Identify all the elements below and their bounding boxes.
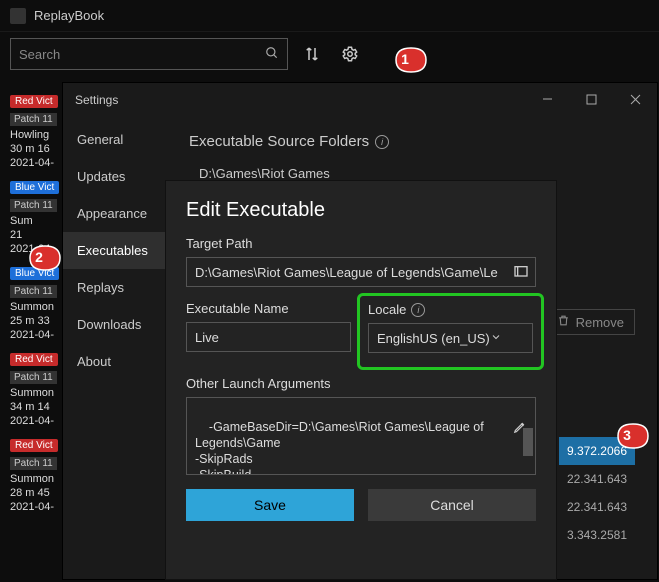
nav-item-updates[interactable]: Updates bbox=[63, 158, 171, 195]
edit-executable-dialog: Edit Executable Target Path D:\Games\Rio… bbox=[165, 180, 557, 580]
edit-icon[interactable] bbox=[492, 404, 527, 454]
dialog-title: Edit Executable bbox=[186, 199, 536, 222]
nav-item-downloads[interactable]: Downloads bbox=[63, 306, 171, 343]
result-badge: Blue Vict bbox=[10, 181, 59, 194]
app-title: ReplayBook bbox=[34, 8, 104, 23]
patch-badge: Patch 11 bbox=[10, 371, 57, 384]
version-item[interactable]: 22.341.643 bbox=[559, 465, 635, 493]
trash-icon bbox=[557, 314, 570, 330]
version-item[interactable]: 3.343.2581 bbox=[559, 521, 635, 549]
save-button[interactable]: Save bbox=[186, 489, 354, 521]
result-badge: Red Vict bbox=[10, 353, 58, 366]
locale-select[interactable]: EnglishUS (en_US) bbox=[368, 323, 533, 353]
app-titlebar: ReplayBook bbox=[0, 0, 659, 32]
app-logo bbox=[10, 8, 26, 24]
info-icon[interactable]: i bbox=[375, 135, 389, 149]
result-badge: Red Vict bbox=[10, 439, 58, 452]
target-path-label: Target Path bbox=[186, 236, 536, 251]
remove-button[interactable]: Remove bbox=[546, 309, 635, 335]
other-args-label: Other Launch Arguments bbox=[186, 376, 536, 391]
patch-badge: Patch 11 bbox=[10, 457, 57, 470]
section-header: Executable Source Folders i bbox=[189, 133, 639, 150]
scrollbar[interactable] bbox=[523, 428, 533, 456]
exec-name-label: Executable Name bbox=[186, 301, 351, 316]
nav-item-general[interactable]: General bbox=[63, 121, 171, 158]
chevron-down-icon bbox=[490, 331, 502, 346]
other-args-textarea[interactable]: -GameBaseDir=D:\Games\Riot Games\League … bbox=[186, 397, 536, 475]
sort-icon[interactable] bbox=[298, 40, 326, 68]
close-icon[interactable] bbox=[613, 83, 657, 115]
exec-name-input[interactable]: Live bbox=[186, 322, 351, 352]
search-input[interactable]: Search bbox=[10, 38, 288, 70]
cancel-button[interactable]: Cancel bbox=[368, 489, 536, 521]
annotation-2: 2 bbox=[28, 244, 56, 272]
result-badge: Red Vict bbox=[10, 95, 58, 108]
annotation-3: 3 bbox=[616, 422, 644, 450]
annotation-1: 1 bbox=[394, 46, 422, 74]
maximize-icon[interactable] bbox=[569, 83, 613, 115]
minimize-icon[interactable] bbox=[525, 83, 569, 115]
locale-label: Locale i bbox=[368, 302, 533, 317]
browse-icon[interactable] bbox=[513, 264, 529, 283]
nav-item-replays[interactable]: Replays bbox=[63, 269, 171, 306]
patch-badge: Patch 11 bbox=[10, 199, 57, 212]
locale-highlight: Locale i EnglishUS (en_US) bbox=[357, 293, 544, 370]
toolbar: Search bbox=[0, 32, 659, 76]
info-icon[interactable]: i bbox=[411, 303, 425, 317]
patch-badge: Patch 11 bbox=[10, 285, 57, 298]
version-item[interactable]: 22.341.643 bbox=[559, 493, 635, 521]
search-placeholder: Search bbox=[19, 47, 265, 62]
nav-item-executables[interactable]: Executables bbox=[63, 232, 171, 269]
nav-item-about[interactable]: About bbox=[63, 343, 171, 380]
version-list: 9.372.2066 22.341.643 22.341.643 3.343.2… bbox=[559, 437, 635, 549]
target-path-input[interactable]: D:\Games\Riot Games\League of Legends\Ga… bbox=[186, 257, 536, 287]
gear-icon[interactable] bbox=[336, 40, 364, 68]
nav-item-appearance[interactable]: Appearance bbox=[63, 195, 171, 232]
settings-nav: General Updates Appearance Executables R… bbox=[63, 117, 171, 579]
search-icon bbox=[265, 46, 279, 63]
patch-badge: Patch 11 bbox=[10, 113, 57, 126]
